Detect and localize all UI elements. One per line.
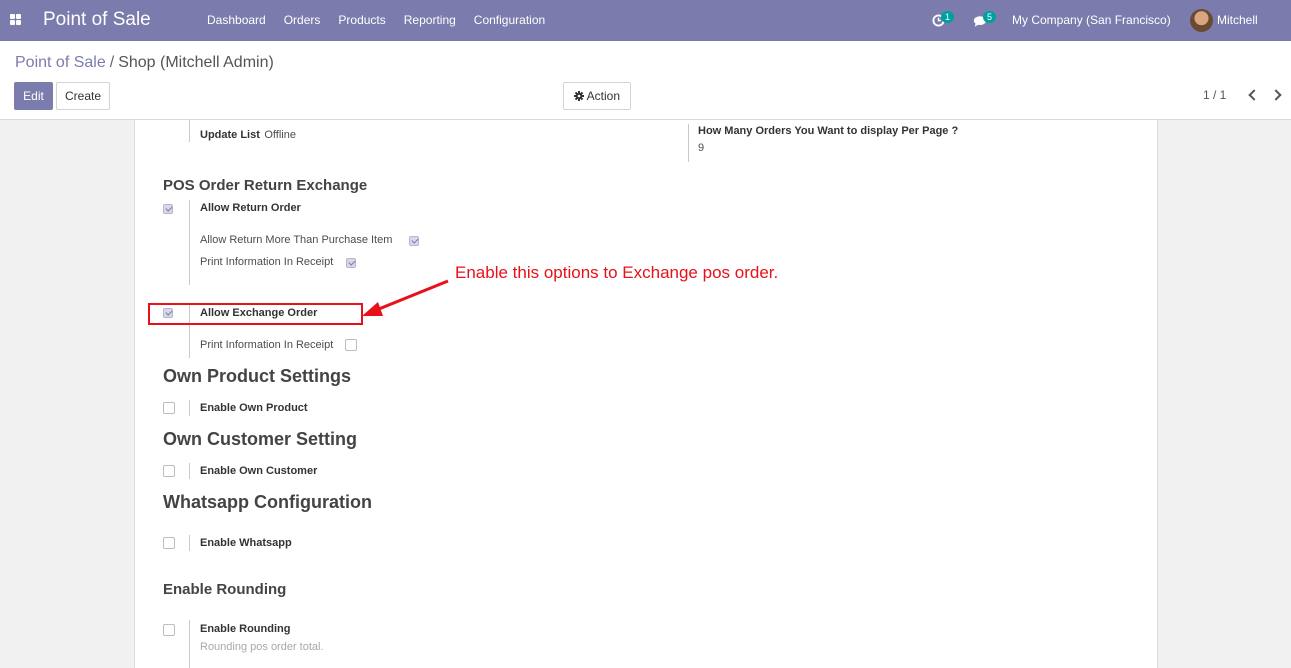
whatsapp-label: Enable Whatsapp: [200, 537, 292, 549]
top-navbar: Point of Sale Dashboard Orders Products …: [0, 0, 1291, 68]
annotation-note: Enable this options to Exchange pos orde…: [455, 263, 779, 282]
form-sheet: Update List Offline How Many Orders You …: [134, 120, 1158, 668]
whatsapp-checkbox[interactable]: [163, 537, 175, 549]
own-customer-checkbox[interactable]: [163, 465, 175, 477]
breadcrumb-current: Shop (Mitchell Admin): [118, 54, 274, 71]
own-customer-label: Enable Own Customer: [200, 465, 318, 477]
allow-return-label: Allow Return Order: [200, 202, 301, 214]
update-list-field: Update List Offline: [200, 125, 296, 143]
menu-configuration[interactable]: Configuration: [465, 0, 554, 41]
highlight-box: [148, 303, 363, 325]
control-panel: Point of Sale / Shop (Mitchell Admin) Edit…: [0, 41, 1291, 120]
action-label: Action: [586, 89, 621, 103]
update-list-value: Offline: [264, 129, 296, 141]
section-title-rounding: Enable Rounding: [163, 581, 287, 598]
rounding-help: Rounding pos order total.: [200, 641, 324, 653]
section-title-whatsapp: Whatsapp Configuration: [163, 492, 372, 512]
edit-button[interactable]: Edit: [14, 82, 53, 110]
user-menu[interactable]: Mitchell Admin: [1217, 0, 1291, 68]
orders-per-page-label: How Many Orders You Want to display Per …: [698, 125, 959, 137]
own-product-label: Enable Own Product: [200, 402, 308, 414]
messages-badge: 5: [983, 11, 996, 23]
menu-dashboard[interactable]: Dashboard: [198, 0, 275, 41]
section-title-own-customer: Own Customer Setting: [163, 429, 358, 449]
rounding-label: Enable Rounding: [200, 623, 291, 635]
chevron-left-icon[interactable]: [1248, 89, 1260, 101]
activity-badge: 1: [941, 11, 954, 23]
orders-per-page-value: 9: [698, 142, 705, 154]
rounding-checkbox[interactable]: [163, 624, 175, 636]
breadcrumb-parent[interactable]: Point of Sale: [15, 54, 106, 71]
return-more-checkbox[interactable]: [409, 236, 419, 246]
breadcrumb: Point of Sale / Shop (Mitchell Admin): [15, 54, 274, 72]
apps-grid-icon[interactable]: [10, 14, 21, 25]
menu-products[interactable]: Products: [329, 0, 394, 41]
main-menu: Dashboard Orders Products Reporting Conf…: [198, 0, 554, 41]
company-switcher[interactable]: My Company (San Francisco): [1012, 0, 1171, 41]
user-avatar[interactable]: [1190, 9, 1213, 32]
breadcrumb-separator: /: [109, 54, 115, 71]
pager-value[interactable]: 1 / 1: [1203, 88, 1226, 102]
return-more-label: Allow Return More Than Purchase Item: [200, 234, 393, 246]
messages-button[interactable]: 5: [970, 0, 1000, 41]
chevron-right-icon[interactable]: [1270, 89, 1282, 101]
allow-return-checkbox[interactable]: [163, 204, 173, 214]
menu-orders[interactable]: Orders: [275, 0, 330, 41]
section-title-return-exchange: POS Order Return Exchange: [163, 177, 368, 194]
gear-icon: [573, 91, 584, 101]
create-button[interactable]: Create: [56, 82, 110, 110]
own-product-checkbox[interactable]: [163, 402, 175, 414]
activity-button[interactable]: 1: [928, 0, 958, 41]
action-button[interactable]: Action: [563, 82, 631, 110]
exchange-print-checkbox[interactable]: [345, 339, 357, 351]
app-title: Point of Sale: [43, 9, 151, 30]
return-print-checkbox[interactable]: [346, 258, 356, 268]
menu-reporting[interactable]: Reporting: [395, 0, 465, 41]
section-title-own-product: Own Product Settings: [163, 366, 352, 386]
exchange-print-label: Print Information In Receipt: [200, 339, 334, 351]
update-list-label: Update List: [200, 129, 260, 141]
return-print-label: Print Information In Receipt: [200, 256, 334, 268]
